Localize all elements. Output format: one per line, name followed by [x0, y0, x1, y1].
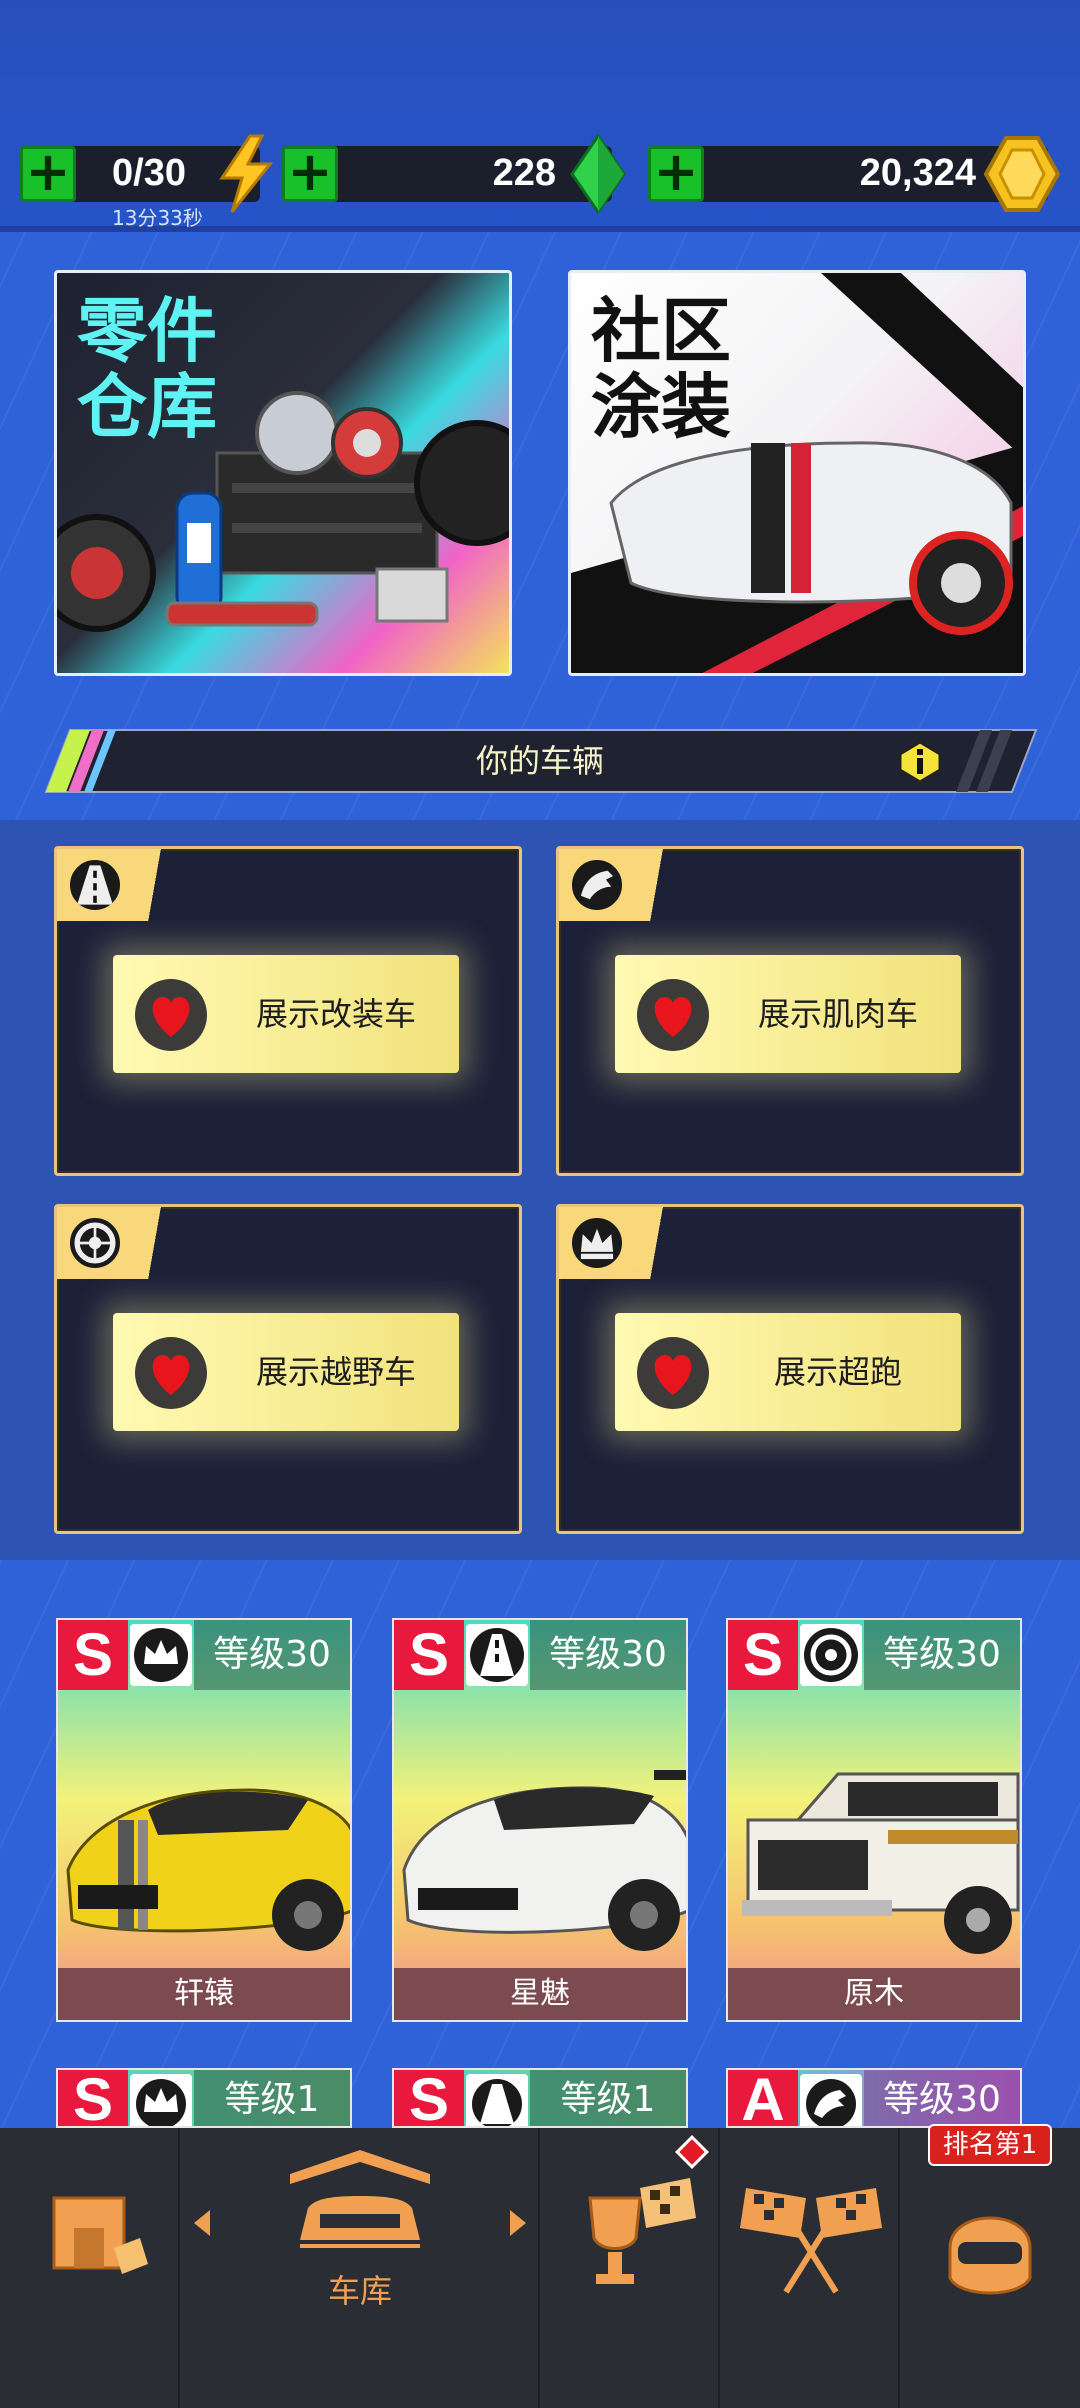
garage-icon[interactable]: [280, 2144, 440, 2264]
coin-value: 20,324: [859, 152, 976, 194]
car-level-bar: 等级30: [194, 1620, 350, 1690]
car-level: 等级30: [883, 1634, 1001, 1675]
car-rank-badge: S: [728, 1620, 798, 1690]
parts-warehouse-title-line1: 零件: [77, 290, 217, 372]
car-rank-badge: A: [728, 2070, 798, 2126]
chevron-left-icon[interactable]: [190, 2208, 214, 2238]
energy-counter: + 0/30 13分33秒: [20, 134, 274, 230]
horse-icon: [800, 2074, 862, 2126]
car-rank-badge: S: [394, 2070, 464, 2126]
heart-icon: [654, 997, 692, 1037]
car-rank-badge: S: [58, 2070, 128, 2126]
car-card-header: S 等级30: [394, 1620, 686, 1690]
car-level: 等级1: [224, 2079, 320, 2120]
car-card[interactable]: S 等级30 星魅: [392, 1618, 688, 2022]
crown-icon: [130, 1624, 192, 1686]
showcase-offroad-card[interactable]: 展示越野车: [54, 1204, 522, 1534]
road-icon: [67, 857, 123, 913]
heart-icon: [152, 1355, 190, 1395]
rank-badge: 排名第1: [928, 2124, 1052, 2166]
car-card-header: S 等级30: [728, 1620, 1020, 1690]
showcase-muscle-card[interactable]: 展示肌肉车: [556, 846, 1024, 1176]
car-card[interactable]: A 等级30: [726, 2068, 1022, 2128]
vehicles-banner: 你的车辆: [46, 730, 1034, 792]
parts-illustration: [57, 391, 509, 632]
car-rank-badge: S: [394, 1620, 464, 1690]
coin-icon: [983, 136, 1061, 212]
show-supercar-button[interactable]: 展示超跑: [615, 1313, 961, 1431]
community-livery-card[interactable]: 社区 涂装: [568, 270, 1026, 676]
car-level: 等级30: [213, 1634, 331, 1675]
gem-counter: + 228: [282, 134, 626, 214]
crown-icon: [569, 1215, 625, 1271]
car-card[interactable]: S 等级30 原木: [726, 1618, 1022, 2022]
car-image: [66, 1788, 350, 1951]
car-rank-badge: S: [58, 1620, 128, 1690]
road-icon: [466, 2074, 528, 2126]
horse-icon: [569, 857, 625, 913]
add-energy-button[interactable]: +: [20, 145, 76, 202]
tire-icon: [800, 1624, 862, 1686]
vehicles-banner-label: 你的车辆: [475, 742, 604, 780]
helmet-icon[interactable]: [940, 2188, 1040, 2308]
garage-label: 车库: [327, 2272, 392, 2310]
shop-icon[interactable]: [44, 2178, 156, 2290]
show-tuner-label: 展示改装车: [255, 995, 416, 1033]
heart-icon-wrap: [135, 979, 207, 1051]
crown-icon: [130, 2074, 192, 2126]
show-offroad-button[interactable]: 展示越野车: [113, 1313, 459, 1431]
tire-icon: [67, 1215, 123, 1271]
show-muscle-label: 展示肌肉车: [757, 995, 918, 1033]
race-flags-icon[interactable]: [736, 2168, 886, 2298]
energy-value: 0/30: [112, 152, 186, 194]
show-muscle-button[interactable]: 展示肌肉车: [615, 955, 961, 1073]
heart-icon: [654, 1355, 692, 1395]
car-card[interactable]: S 等级1: [392, 2068, 688, 2128]
showcase-supercar-card[interactable]: 展示超跑: [556, 1204, 1024, 1534]
lightning-icon: [219, 134, 274, 213]
car-name: 原木: [728, 1968, 1020, 2020]
gem-value: 228: [492, 152, 556, 194]
car-level: 等级30: [883, 2079, 1001, 2120]
show-offroad-label: 展示越野车: [255, 1353, 416, 1391]
car-level-bar: 等级30: [864, 2070, 1020, 2126]
car-card[interactable]: S 等级1: [56, 2068, 352, 2128]
car-level: 等级1: [560, 2079, 656, 2120]
road-icon: [466, 1624, 528, 1686]
car-card-header: S 等级30: [58, 1620, 350, 1690]
trophy-icon[interactable]: [570, 2168, 700, 2298]
show-supercar-label: 展示超跑: [773, 1353, 902, 1391]
car-level: 等级30: [549, 1634, 667, 1675]
energy-timer: 13分33秒: [112, 206, 203, 230]
car-level-bar: 等级30: [530, 1620, 686, 1690]
coin-counter: + 20,324: [648, 136, 1061, 212]
car-image: [402, 1770, 686, 1951]
show-tuner-button[interactable]: 展示改装车: [113, 955, 459, 1073]
nav-separator: [898, 2128, 900, 2408]
heart-icon-wrap: [637, 1337, 709, 1409]
car-name: 星魅: [394, 1968, 686, 2020]
info-icon[interactable]: [898, 740, 942, 784]
showcase-tuner-card[interactable]: 展示改装车: [54, 846, 522, 1176]
car-card[interactable]: S 等级30 轩辕: [56, 1618, 352, 2022]
car-name: 轩辕: [58, 1968, 350, 2020]
heart-icon-wrap: [135, 1337, 207, 1409]
parts-warehouse-card[interactable]: 零件 仓库: [54, 270, 512, 676]
gem-icon: [570, 134, 626, 214]
car-image: [742, 1772, 1020, 1954]
add-coins-button[interactable]: +: [648, 145, 704, 202]
heart-icon: [152, 997, 190, 1037]
livery-car-illustration: [571, 273, 1023, 673]
car-level-bar: 等级1: [194, 2070, 350, 2126]
add-gems-button[interactable]: +: [282, 145, 338, 202]
chevron-right-icon[interactable]: [506, 2208, 530, 2238]
car-level-bar: 等级30: [864, 1620, 1020, 1690]
bottom-nav: 车库: [0, 2128, 1080, 2408]
heart-icon-wrap: [637, 979, 709, 1051]
nav-separator: [718, 2128, 720, 2408]
car-level-bar: 等级1: [530, 2070, 686, 2126]
